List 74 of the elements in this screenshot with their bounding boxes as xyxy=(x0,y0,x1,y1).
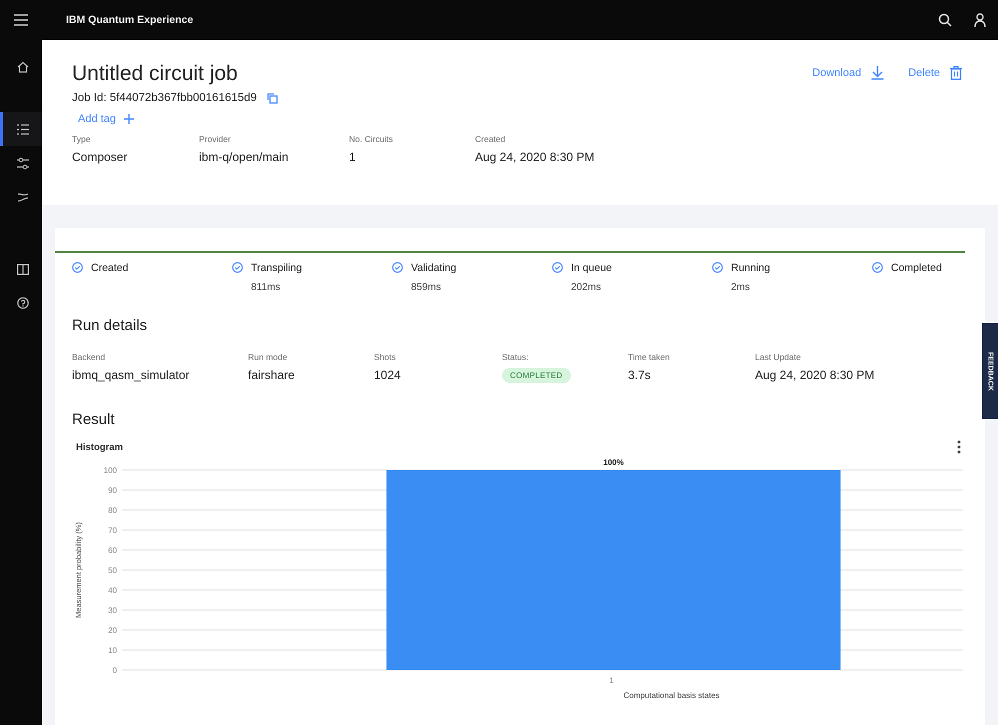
chart-title: Histogram xyxy=(76,442,123,452)
step-duration: 2ms xyxy=(731,282,751,293)
field-value: 3.7s xyxy=(628,368,652,382)
sidebar-item[interactable] xyxy=(0,112,42,146)
field-label: Last Update xyxy=(755,352,802,362)
add-tag-button[interactable]: Add tag xyxy=(72,113,134,125)
field-label: Time taken xyxy=(628,352,671,362)
section-heading: Run details xyxy=(72,317,148,334)
field-label: Shots xyxy=(374,352,397,362)
step-name: Completed xyxy=(891,262,942,274)
app-title: IBM Quantum Experience xyxy=(66,14,194,26)
step-duration: 859ms xyxy=(411,282,442,293)
check-circle-icon xyxy=(712,262,723,273)
section-heading: Result xyxy=(72,411,116,428)
status-badge: COMPLETED xyxy=(502,368,570,383)
curves-icon xyxy=(16,190,28,204)
field-label: Backend xyxy=(72,352,106,362)
axis-tick-label: 40 xyxy=(108,586,117,595)
check-circle-icon xyxy=(552,262,563,273)
check-circle-icon xyxy=(72,262,83,273)
overflow-menu-icon[interactable] xyxy=(957,440,961,454)
download-button[interactable]: Download xyxy=(812,66,884,80)
check-circle-icon xyxy=(232,262,243,273)
field-label: Provider xyxy=(199,134,232,144)
axis-tick-label: 100 xyxy=(104,466,117,475)
step-duration: 202ms xyxy=(571,282,602,293)
columns-icon xyxy=(16,264,28,274)
axis-tick-label: 90 xyxy=(108,486,117,495)
copy-icon[interactable] xyxy=(266,92,278,104)
field-value: ibmq_qasm_simulator xyxy=(72,368,190,382)
help-icon xyxy=(16,297,28,309)
list-icon xyxy=(16,124,28,134)
step-name: Running xyxy=(731,262,770,274)
axis-tick-label: 10 xyxy=(108,646,117,655)
job-title: Untitled circuit job xyxy=(72,62,239,86)
sliders-icon xyxy=(16,156,28,170)
field-value: Aug 24, 2020 8:30 PM xyxy=(755,368,874,382)
field-value: 1024 xyxy=(374,368,402,382)
user-icon[interactable] xyxy=(974,13,986,27)
field-label: Type xyxy=(72,134,92,144)
axis-tick-label: 0 xyxy=(112,666,117,675)
field-value: fairshare xyxy=(248,368,296,382)
step-name: Transpiling xyxy=(251,262,302,274)
axis-tick-label: 60 xyxy=(108,546,117,555)
home-icon xyxy=(16,61,28,73)
bar-value-label: 100% xyxy=(603,458,624,467)
trash-icon xyxy=(950,66,962,80)
field-value: Aug 24, 2020 8:30 PM xyxy=(475,150,594,164)
field-label: Status: xyxy=(502,352,530,362)
plus-icon xyxy=(124,114,134,124)
field-label: Created xyxy=(475,134,506,144)
step-name: In queue xyxy=(571,262,612,274)
axis-title: Computational basis states xyxy=(623,691,720,700)
axis-tick-label: 70 xyxy=(108,526,117,535)
field-value: 1 xyxy=(349,150,357,164)
delete-button[interactable]: Delete xyxy=(908,66,962,80)
field-label: No. Circuits xyxy=(349,134,394,144)
search-icon[interactable] xyxy=(938,13,952,27)
axis-tick-label: 80 xyxy=(108,506,117,515)
axis-tick-label: 30 xyxy=(108,606,117,615)
step-name: Validating xyxy=(411,262,456,274)
check-circle-icon xyxy=(872,262,883,273)
field-value: Composer xyxy=(72,150,128,164)
step-duration: 811ms xyxy=(251,282,282,293)
step-name: Created xyxy=(91,262,128,274)
axis-tick-label: 1 xyxy=(609,676,614,685)
axis-tick-label: 50 xyxy=(108,566,117,575)
axis-tick-label: 20 xyxy=(108,626,117,635)
job-id: Job Id: 5f44072b367fbb00161615d9 xyxy=(72,92,257,104)
menu-icon[interactable] xyxy=(14,14,28,26)
field-value: ibm-q/open/main xyxy=(199,150,290,164)
download-icon xyxy=(871,66,884,80)
field-label: Run mode xyxy=(248,352,288,362)
check-circle-icon xyxy=(392,262,403,273)
